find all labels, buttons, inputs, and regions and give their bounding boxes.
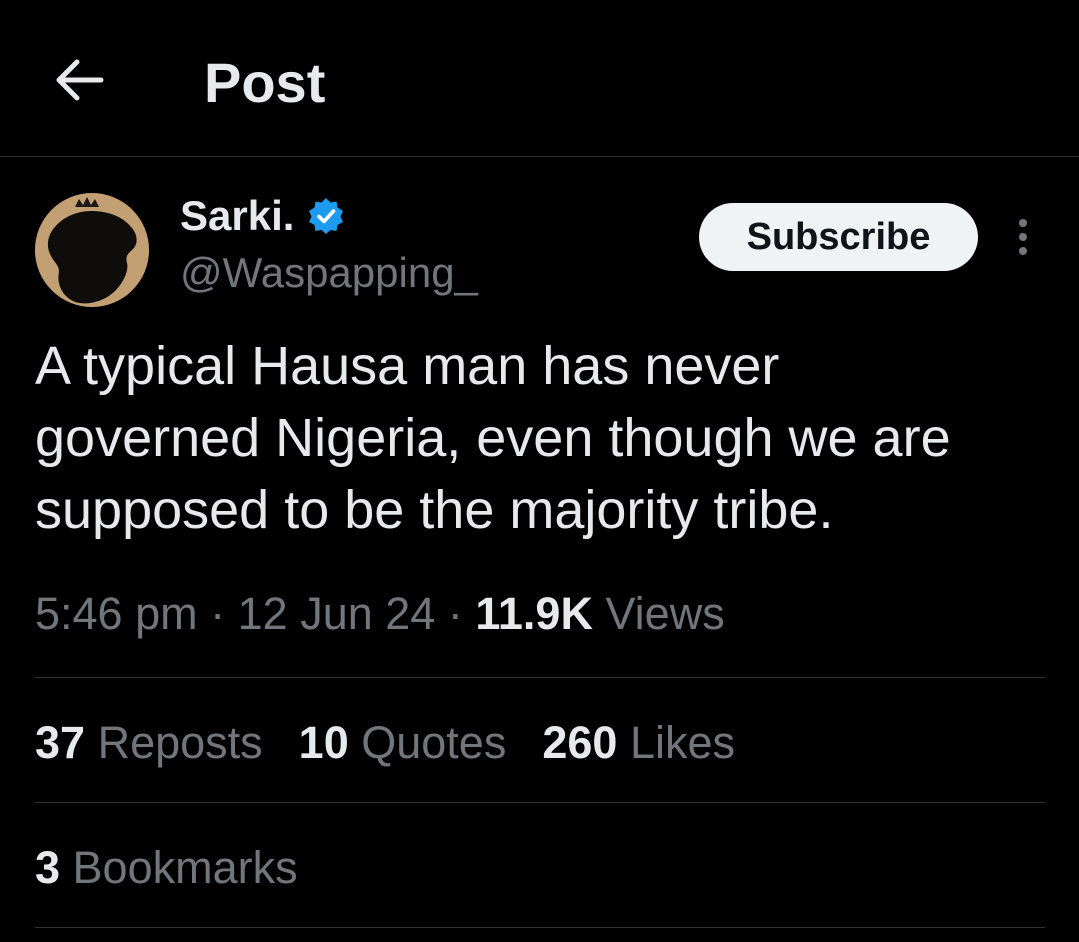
divider: [35, 677, 1045, 678]
post-time[interactable]: 5:46 pm: [35, 588, 198, 639]
reposts-count: 37: [35, 717, 86, 768]
page-title: Post: [204, 51, 326, 114]
meta-separator: ·: [447, 588, 463, 639]
bookmarks-stat[interactable]: 3 Bookmarks: [35, 838, 298, 898]
bookmarks-count: 3: [35, 842, 61, 893]
likes-label: Likes: [629, 717, 736, 768]
views-label: Views: [605, 588, 725, 639]
likes-stat[interactable]: 260 Likes: [542, 713, 735, 773]
engagement-stats: 37 Reposts 10 Quotes 260 Likes: [35, 713, 771, 773]
quotes-stat[interactable]: 10 Quotes: [299, 713, 507, 773]
avatar-image: [35, 193, 149, 307]
verified-badge-icon: [309, 198, 344, 234]
post-metadata: 5:46 pm · 12 Jun 24 · 11.9K Views: [35, 584, 725, 644]
author-handle[interactable]: @Waspapping_: [180, 246, 478, 300]
back-button[interactable]: [48, 52, 110, 108]
subscribe-button[interactable]: Subscribe: [699, 203, 978, 271]
reposts-stat[interactable]: 37 Reposts: [35, 713, 263, 773]
quotes-label: Quotes: [361, 717, 507, 768]
divider: [35, 927, 1045, 928]
arrow-left-icon: [56, 59, 104, 101]
quotes-count: 10: [298, 717, 349, 768]
reposts-label: Reposts: [97, 717, 263, 768]
more-vertical-icon: [1019, 219, 1027, 255]
top-bar: Post: [0, 0, 1079, 157]
likes-count: 260: [542, 717, 618, 768]
divider: [35, 802, 1045, 803]
views-count: 11.9K: [475, 588, 593, 639]
post-date[interactable]: 12 Jun 24: [238, 588, 436, 639]
post-text: A typical Hausa man has never governed N…: [35, 336, 951, 540]
avatar[interactable]: [35, 193, 149, 307]
author-display-name[interactable]: Sarki.: [180, 192, 294, 240]
meta-separator: ·: [210, 588, 226, 639]
bookmarks-label: Bookmarks: [72, 842, 298, 893]
author-name-row: Sarki.: [180, 188, 346, 244]
more-options-button[interactable]: [1004, 214, 1042, 260]
